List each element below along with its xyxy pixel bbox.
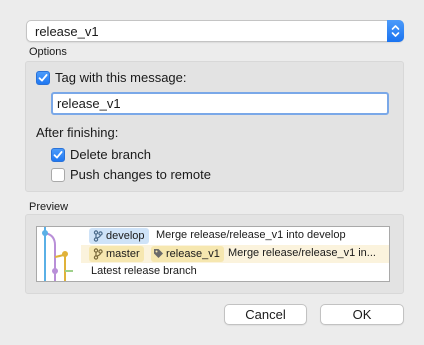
ok-button[interactable]: OK xyxy=(320,304,404,325)
delete-branch-label[interactable]: Delete branch xyxy=(70,147,151,162)
after-finishing-label: After finishing: xyxy=(36,125,119,140)
tag-badge-text: release_v1 xyxy=(166,248,220,260)
tag-icon xyxy=(154,249,163,258)
tag-checkbox-label[interactable]: Tag with this message: xyxy=(55,70,187,85)
branch-badge-master: master xyxy=(89,246,144,262)
commit-node-release xyxy=(52,268,58,274)
tag-checkbox[interactable] xyxy=(36,71,50,85)
branch-icon xyxy=(93,248,103,260)
preview-label: Preview xyxy=(29,201,69,213)
branch-badge-text: master xyxy=(106,248,140,260)
graph-line-yellow xyxy=(54,253,66,281)
branch-badge-develop: develop xyxy=(89,228,149,244)
branch-badge-text: develop xyxy=(106,230,145,242)
tag-message-input[interactable] xyxy=(51,92,389,115)
commit-message: Merge release/release_v1 into develop xyxy=(156,229,346,241)
preview-commit-list: develop Merge release/release_v1 into de… xyxy=(36,226,390,282)
commit-node-develop xyxy=(42,230,48,236)
branch-select-value: release_v1 xyxy=(35,24,99,39)
commit-message: Merge release/release_v1 in... xyxy=(228,247,376,259)
commit-message: Latest release branch xyxy=(91,265,197,277)
push-remote-label[interactable]: Push changes to remote xyxy=(70,167,211,182)
graph-line-purple xyxy=(44,232,56,281)
tag-badge-release: release_v1 xyxy=(151,246,224,262)
delete-branch-checkbox[interactable] xyxy=(51,148,65,162)
commit-node-master xyxy=(62,251,68,257)
push-remote-checkbox[interactable] xyxy=(51,168,65,182)
commit-graph xyxy=(42,227,73,281)
branch-select[interactable]: release_v1 xyxy=(26,20,404,42)
select-stepper-icon[interactable] xyxy=(387,20,404,42)
options-label: Options xyxy=(29,46,67,58)
checkmark-icon xyxy=(53,151,63,159)
cancel-button[interactable]: Cancel xyxy=(224,304,307,325)
branch-icon xyxy=(93,230,103,242)
checkmark-icon xyxy=(38,74,48,82)
